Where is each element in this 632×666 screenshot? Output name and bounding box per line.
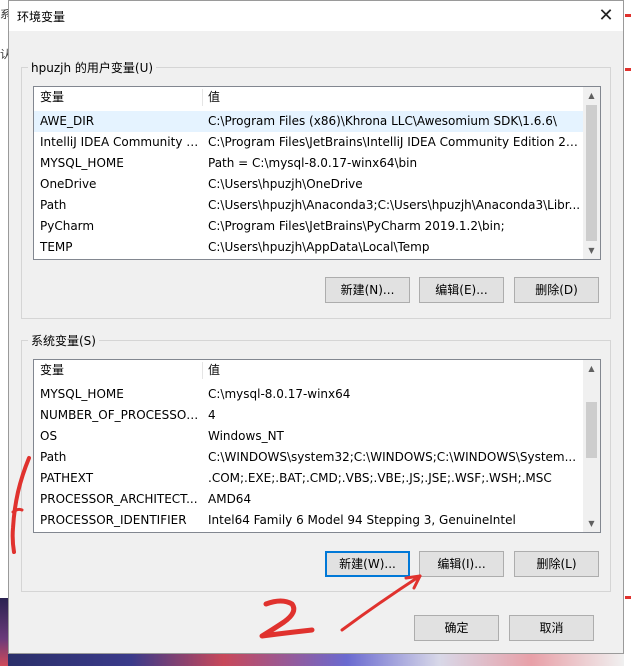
variable-value: C:\mysql-8.0.17-winx64 [208,387,351,401]
variable-name: Path [40,198,67,212]
variable-value: C:\Program Files\JetBrains\IntelliJ IDEA… [208,135,582,149]
variable-value: Intel64 Family 6 Model 94 Stepping 3, Ge… [208,513,516,527]
environment-variables-dialog: 环境变量 ✕ hpuzjh 的用户变量(U) 变量 值 AWE_DIR C:\P… [8,0,624,654]
system-variables-list[interactable]: 变量 值 MYSQL_HOME C:\mysql-8.0.17-winx64 N… [33,359,601,533]
variable-name: AWE_DIR [40,114,95,128]
variable-name: MYSQL_HOME [40,387,124,401]
scroll-thumb[interactable] [586,402,597,458]
table-row[interactable]: IntelliJ IDEA Community E... C:\Program … [34,132,600,153]
background-image [0,598,8,666]
background-window-left: 系 认 [0,0,11,666]
variable-value: AMD64 [208,492,252,506]
variable-value: .COM;.EXE;.BAT;.CMD;.VBS;.VBE;.JS;.JSE;.… [208,471,552,485]
system-list-scrollbar[interactable]: ▲ ▼ [583,360,600,532]
list-header: 变量 值 [34,360,600,381]
scroll-down-icon[interactable]: ▼ [583,242,600,259]
table-row[interactable]: PyCharm C:\Program Files\JetBrains\PyCha… [34,216,600,237]
system-edit-button[interactable]: 编辑(I)... [419,551,504,577]
variable-name: OneDrive [40,177,97,191]
list-header: 变量 值 [34,87,600,108]
table-row[interactable]: TEMP C:\Users\hpuzjh\AppData\Local\Temp [34,237,600,258]
scroll-down-icon[interactable]: ▼ [583,515,600,532]
variable-name: PROCESSOR_ARCHITECT... [40,492,198,506]
background-image-strip [8,654,624,666]
table-row[interactable]: Path C:\Users\hpuzjh\Anaconda3;C:\Users\… [34,195,600,216]
variable-name: OS [40,429,58,443]
user-new-button[interactable]: 新建(N)... [325,277,410,303]
table-row[interactable]: AWE_DIR C:\Program Files (x86)\Khrona LL… [34,111,600,132]
variable-name: PyCharm [40,219,95,233]
close-button[interactable]: ✕ [595,5,617,27]
column-header-value[interactable]: 值 [202,87,582,108]
variable-value: Path = C:\mysql-8.0.17-winx64\bin [208,156,418,170]
system-new-button[interactable]: 新建(W)... [325,551,410,577]
ok-button[interactable]: 确定 [414,615,499,641]
variable-name: Path [40,450,67,464]
table-row[interactable]: MYSQL_HOME Path = C:\mysql-8.0.17-winx64… [34,153,600,174]
variable-name: NUMBER_OF_PROCESSORS [40,408,202,422]
column-header-variable[interactable]: 变量 [34,360,202,381]
table-row[interactable]: OS Windows_NT [34,426,600,447]
background-window-right [624,0,632,666]
variable-name: PATHEXT [40,471,94,485]
variable-name: PROCESSOR_IDENTIFIER [40,513,187,527]
column-header-value[interactable]: 值 [202,360,582,381]
user-edit-button[interactable]: 编辑(E)... [419,277,504,303]
user-variables-list[interactable]: 变量 值 AWE_DIR C:\Program Files (x86)\Khro… [33,86,601,260]
variable-value: C:\Program Files (x86)\Khrona LLC\Awesom… [208,114,557,128]
table-row[interactable]: PROCESSOR_ARCHITECT... AMD64 [34,489,600,510]
system-delete-button[interactable]: 删除(L) [514,551,599,577]
dialog-title: 环境变量 [17,10,66,24]
scroll-up-icon[interactable]: ▲ [583,360,600,377]
variable-value: C:\Program Files\JetBrains\PyCharm 2019.… [208,219,505,233]
table-row[interactable]: Path C:\WINDOWS\system32;C:\WINDOWS;C:\W… [34,447,600,468]
variable-value: 4 [208,408,216,422]
variable-value: C:\WINDOWS\system32;C:\WINDOWS;C:\WINDOW… [208,450,577,464]
user-list-scrollbar[interactable]: ▲ ▼ [583,87,600,259]
variable-value: C:\Users\hpuzjh\OneDrive [208,177,363,191]
system-variables-label: 系统变量(S) [28,332,99,349]
variable-value: C:\Users\hpuzjh\Anaconda3;C:\Users\hpuzj… [208,198,581,212]
table-row[interactable]: NUMBER_OF_PROCESSORS 4 [34,405,600,426]
scroll-thumb[interactable] [586,105,597,241]
title-bar[interactable]: 环境变量 ✕ [9,1,623,31]
variable-name: MYSQL_HOME [40,156,124,170]
user-variables-label: hpuzjh 的用户变量(U) [28,59,157,76]
table-row[interactable]: PROCESSOR_IDENTIFIER Intel64 Family 6 Mo… [34,510,600,531]
variable-name: TEMP [40,240,73,254]
user-delete-button[interactable]: 删除(D) [514,277,599,303]
table-row[interactable]: MYSQL_HOME C:\mysql-8.0.17-winx64 [34,384,600,405]
variable-value: Windows_NT [208,429,284,443]
cancel-button[interactable]: 取消 [509,615,594,641]
table-row[interactable]: PATHEXT .COM;.EXE;.BAT;.CMD;.VBS;.VBE;.J… [34,468,600,489]
scroll-up-icon[interactable]: ▲ [583,87,600,104]
variable-value: C:\Users\hpuzjh\AppData\Local\Temp [208,240,430,254]
variable-name: IntelliJ IDEA Community E... [40,135,202,149]
table-row[interactable]: OneDrive C:\Users\hpuzjh\OneDrive [34,174,600,195]
column-header-variable[interactable]: 变量 [34,87,202,108]
